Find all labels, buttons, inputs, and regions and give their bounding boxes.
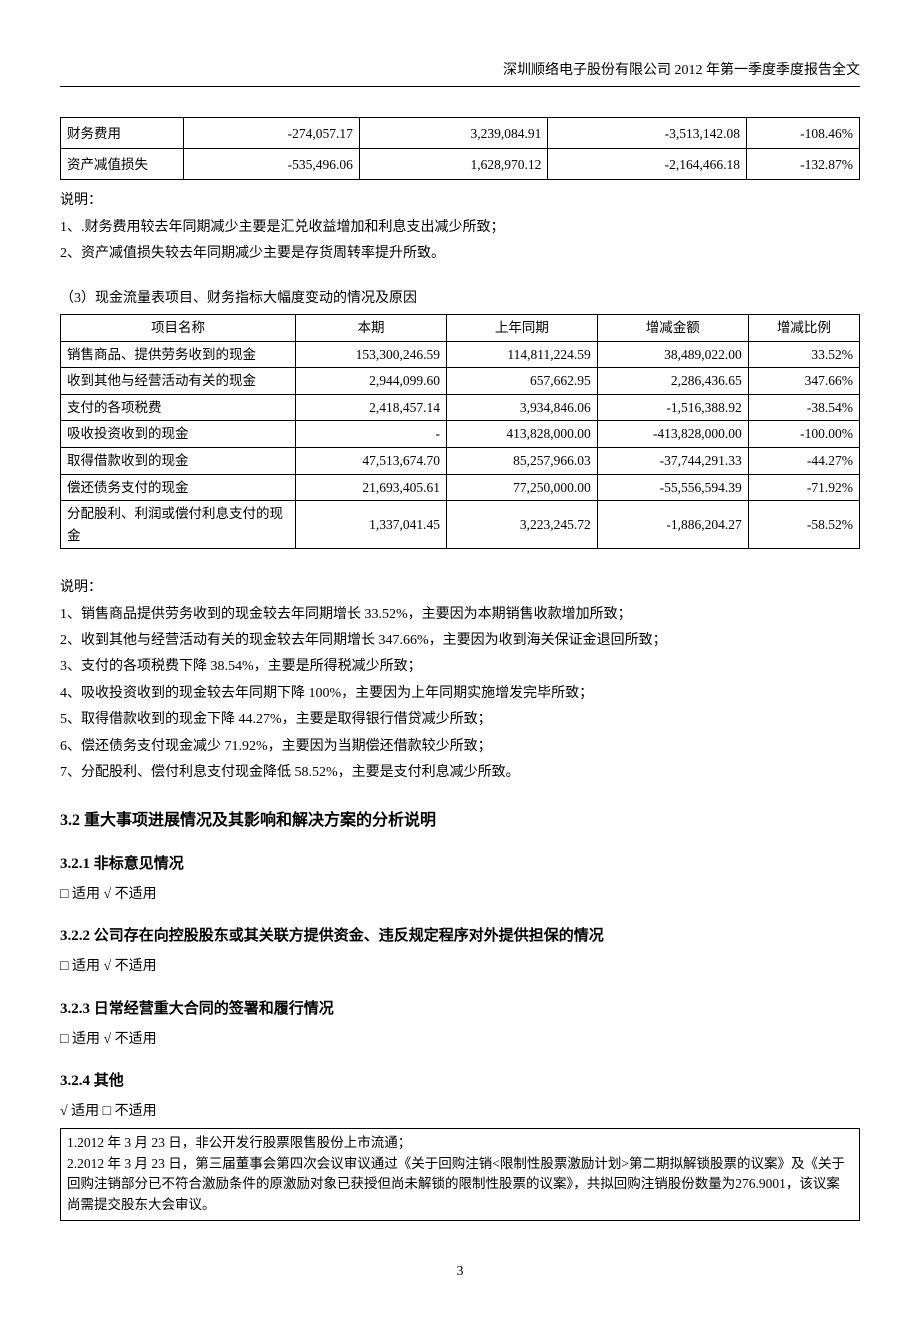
- table-row: 收到其他与经营活动有关的现金 2,944,099.60 657,662.95 2…: [61, 368, 860, 395]
- cell-value: -535,496.06: [184, 149, 360, 180]
- table-cashflow: 项目名称 本期 上年同期 增减金额 增减比例 销售商品、提供劳务收到的现金 15…: [60, 314, 860, 549]
- heading-3-2-2: 3.2.2 公司存在向控股股东或其关联方提供资金、违反规定程序对外提供担保的情况: [60, 924, 860, 948]
- cell: 657,662.95: [446, 368, 597, 395]
- other-box: 1.2012 年 3 月 23 日，非公开发行股票限售股份上市流通； 2.201…: [60, 1128, 860, 1222]
- cell: 取得借款收到的现金: [61, 447, 296, 474]
- cell: 3,934,846.06: [446, 394, 597, 421]
- explain-line: 7、分配股利、偿付利息支付现金降低 58.52%，主要是支付利息减少所致。: [60, 762, 860, 784]
- cell: -44.27%: [748, 447, 859, 474]
- explain-line: 2、收到其他与经营活动有关的现金较去年同期增长 347.66%，主要因为收到海关…: [60, 630, 860, 652]
- cell: -: [296, 421, 447, 448]
- option-line: √ 适用 □ 不适用: [60, 1101, 860, 1123]
- cell: 分配股利、利润或偿付利息支付的现金: [61, 501, 296, 549]
- cell: -71.92%: [748, 474, 859, 501]
- explain-title: 说明：: [60, 190, 860, 212]
- cell: 3,223,245.72: [446, 501, 597, 549]
- table-row: 财务费用 -274,057.17 3,239,084.91 -3,513,142…: [61, 118, 860, 149]
- cell: -58.52%: [748, 501, 859, 549]
- cell: -100.00%: [748, 421, 859, 448]
- explain-line: 6、偿还债务支付现金减少 71.92%，主要因为当期偿还借款较少所致；: [60, 736, 860, 758]
- explain-line: 2、资产减值损失较去年同期减少主要是存货周转率提升所致。: [60, 243, 860, 265]
- cell-label: 财务费用: [61, 118, 184, 149]
- cell: 1,337,041.45: [296, 501, 447, 549]
- explain-line: 5、取得借款收到的现金下降 44.27%，主要是取得银行借贷减少所致；: [60, 709, 860, 731]
- heading-3-2-4: 3.2.4 其他: [60, 1069, 860, 1093]
- page-number: 3: [60, 1261, 860, 1283]
- cell-value: 1,628,970.12: [359, 149, 548, 180]
- col-header: 增减金额: [597, 314, 748, 341]
- cell: 偿还债务支付的现金: [61, 474, 296, 501]
- table-row: 分配股利、利润或偿付利息支付的现金 1,337,041.45 3,223,245…: [61, 501, 860, 549]
- cell: 38,489,022.00: [597, 341, 748, 368]
- explain-line: 1、销售商品提供劳务收到的现金较去年同期增长 33.52%，主要因为本期销售收款…: [60, 604, 860, 626]
- cell: -55,556,594.39: [597, 474, 748, 501]
- option-line: □ 适用 √ 不适用: [60, 884, 860, 906]
- cell: -37,744,291.33: [597, 447, 748, 474]
- table-row: 吸收投资收到的现金 - 413,828,000.00 -413,828,000.…: [61, 421, 860, 448]
- heading-3-2: 3.2 重大事项进展情况及其影响和解决方案的分析说明: [60, 808, 860, 834]
- explain-line: 1、.财务费用较去年同期减少主要是汇兑收益增加和利息支出减少所致；: [60, 217, 860, 239]
- cell: -38.54%: [748, 394, 859, 421]
- cell: 413,828,000.00: [446, 421, 597, 448]
- explain-title: 说明：: [60, 577, 860, 599]
- explain-line: 4、吸收投资收到的现金较去年同期下降 100%，主要因为上年同期实施增发完毕所致…: [60, 683, 860, 705]
- cell: 153,300,246.59: [296, 341, 447, 368]
- cell: 支付的各项税费: [61, 394, 296, 421]
- table-row: 偿还债务支付的现金 21,693,405.61 77,250,000.00 -5…: [61, 474, 860, 501]
- cell: 2,286,436.65: [597, 368, 748, 395]
- subsection-title: （3）现金流量表项目、财务指标大幅度变动的情况及原因: [60, 288, 860, 310]
- col-header: 上年同期: [446, 314, 597, 341]
- cell-pct: -108.46%: [747, 118, 860, 149]
- table-row: 资产减值损失 -535,496.06 1,628,970.12 -2,164,4…: [61, 149, 860, 180]
- table-row: 销售商品、提供劳务收到的现金 153,300,246.59 114,811,22…: [61, 341, 860, 368]
- table-header-row: 项目名称 本期 上年同期 增减金额 增减比例: [61, 314, 860, 341]
- cell: 77,250,000.00: [446, 474, 597, 501]
- col-header: 本期: [296, 314, 447, 341]
- cell: -1,886,204.27: [597, 501, 748, 549]
- cell: 85,257,966.03: [446, 447, 597, 474]
- cell-value: -2,164,466.18: [548, 149, 747, 180]
- table-row: 取得借款收到的现金 47,513,674.70 85,257,966.03 -3…: [61, 447, 860, 474]
- cell-label: 资产减值损失: [61, 149, 184, 180]
- cell-pct: -132.87%: [747, 149, 860, 180]
- option-line: □ 适用 √ 不适用: [60, 1029, 860, 1051]
- cell-value: 3,239,084.91: [359, 118, 548, 149]
- cell: 收到其他与经营活动有关的现金: [61, 368, 296, 395]
- cell: -1,516,388.92: [597, 394, 748, 421]
- option-line: □ 适用 √ 不适用: [60, 956, 860, 978]
- col-header: 增减比例: [748, 314, 859, 341]
- cell: 2,944,099.60: [296, 368, 447, 395]
- table-finance-items: 财务费用 -274,057.17 3,239,084.91 -3,513,142…: [60, 117, 860, 180]
- cell: 21,693,405.61: [296, 474, 447, 501]
- cell: 吸收投资收到的现金: [61, 421, 296, 448]
- cell-value: -274,057.17: [184, 118, 360, 149]
- cell: 47,513,674.70: [296, 447, 447, 474]
- cell-value: -3,513,142.08: [548, 118, 747, 149]
- cell: 33.52%: [748, 341, 859, 368]
- table-row: 支付的各项税费 2,418,457.14 3,934,846.06 -1,516…: [61, 394, 860, 421]
- heading-3-2-3: 3.2.3 日常经营重大合同的签署和履行情况: [60, 997, 860, 1021]
- heading-3-2-1: 3.2.1 非标意见情况: [60, 852, 860, 876]
- cell: -413,828,000.00: [597, 421, 748, 448]
- box-line: 2.2012 年 3 月 23 日，第三届董事会第四次会议审议通过《关于回购注销…: [67, 1154, 853, 1217]
- cell: 销售商品、提供劳务收到的现金: [61, 341, 296, 368]
- page-header: 深圳顺络电子股份有限公司 2012 年第一季度季度报告全文: [60, 60, 860, 87]
- explain-line: 3、支付的各项税费下降 38.54%，主要是所得税减少所致；: [60, 656, 860, 678]
- cell: 2,418,457.14: [296, 394, 447, 421]
- cell: 114,811,224.59: [446, 341, 597, 368]
- col-header: 项目名称: [61, 314, 296, 341]
- cell: 347.66%: [748, 368, 859, 395]
- box-line: 1.2012 年 3 月 23 日，非公开发行股票限售股份上市流通；: [67, 1133, 853, 1154]
